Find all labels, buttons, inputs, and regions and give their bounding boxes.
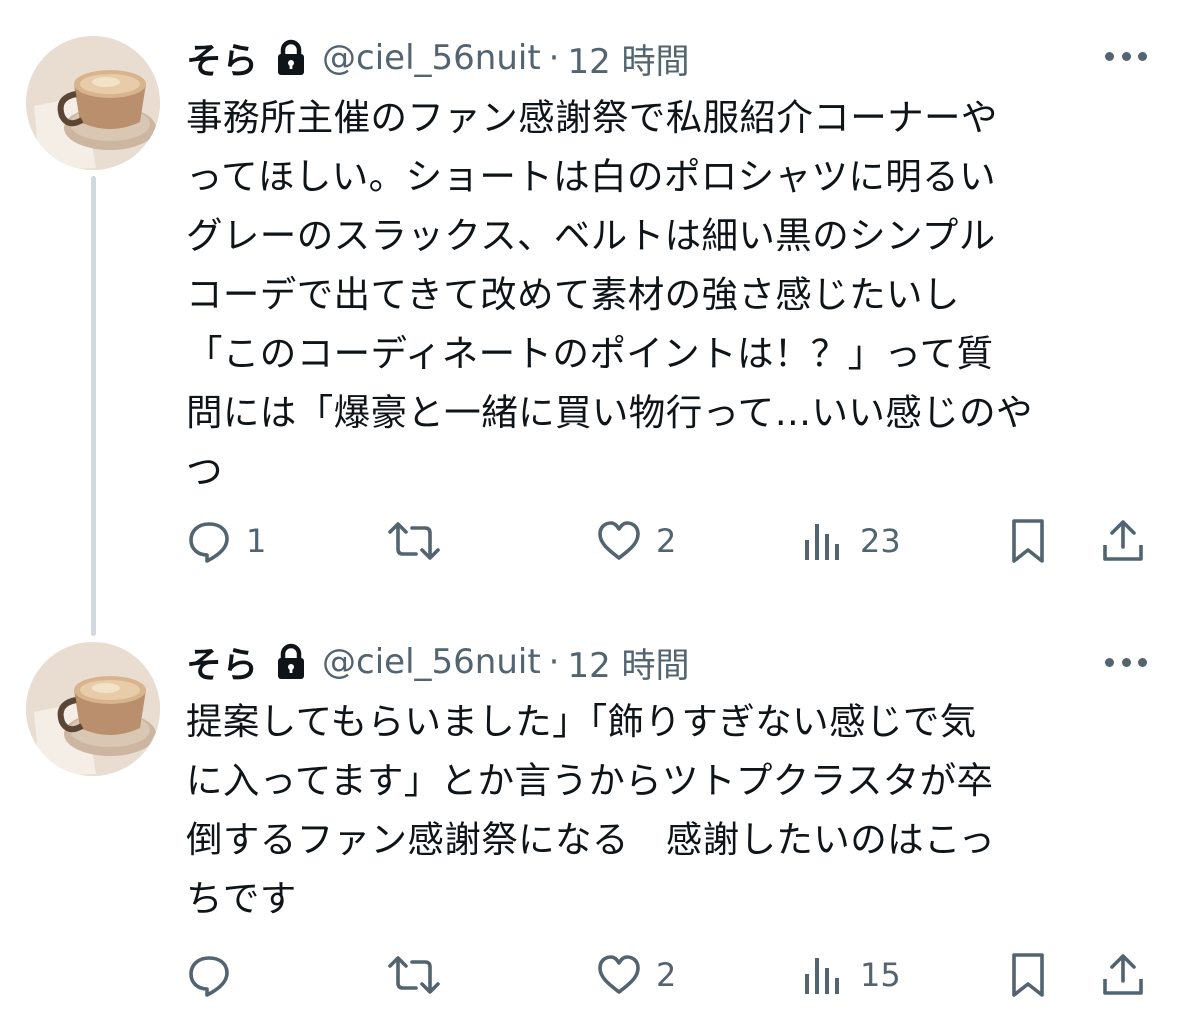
tweet-header: そら @ciel_56nuit · 12 時間 <box>186 32 690 84</box>
bookmark-icon <box>1012 519 1044 563</box>
tweet-text-line: 倒するファン感謝祭になる 感謝したいのはこっ <box>186 818 996 861</box>
retweet-button[interactable] <box>386 516 456 566</box>
tweet-text-line: に入ってます」とか言うからツトプクラスタが卒 <box>186 759 994 802</box>
avatar[interactable] <box>26 36 160 170</box>
bookmark-icon <box>1012 953 1044 997</box>
more-icon[interactable] <box>1105 656 1147 668</box>
reply-icon <box>189 956 229 997</box>
views-icon <box>805 958 839 994</box>
tweet-text-line: ってほしい。ショートは白のポロシャツに明るい <box>186 155 996 198</box>
user-handle[interactable]: @ciel_56nuit <box>322 38 541 78</box>
user-handle[interactable]: @ciel_56nuit <box>322 642 541 682</box>
bookmark-button[interactable] <box>1008 950 1048 1000</box>
tweet-text: 事務所主催のファン感謝祭で私服紹介コーナーや ってほしい。ショートは白のポロシャ… <box>186 88 1146 501</box>
tweet-actions: 2 15 <box>186 950 1146 1000</box>
separator-dot: · <box>548 642 560 682</box>
views-button[interactable]: 15 <box>802 950 901 1000</box>
bookmark-button[interactable] <box>1008 516 1048 566</box>
tweet-text-line: コーデで出てきて改めて素材の強さ感じたいし <box>186 273 960 316</box>
views-button[interactable]: 23 <box>802 516 901 566</box>
tweet-actions: 1 2 23 <box>186 516 1146 566</box>
display-name[interactable]: そら <box>186 32 258 84</box>
like-count: 2 <box>656 956 677 994</box>
tweet-text-line: 「このコーディネートのポイントは！？」って質 <box>186 332 994 375</box>
views-icon <box>805 524 839 560</box>
share-button[interactable] <box>1100 950 1146 1000</box>
tweet-text-line: ちです <box>186 877 297 920</box>
thread-connector-line <box>91 176 96 636</box>
separator-dot: · <box>548 38 560 78</box>
more-icon[interactable] <box>1105 50 1147 62</box>
like-count: 2 <box>656 522 677 560</box>
retweet-button[interactable] <box>386 950 456 1000</box>
tweet-text-line: つ <box>186 450 223 493</box>
timestamp[interactable]: 12 時間 <box>567 638 689 687</box>
reply-icon <box>189 522 229 563</box>
lock-icon <box>274 642 308 682</box>
like-icon <box>598 521 640 560</box>
reply-count: 1 <box>246 522 267 560</box>
like-button[interactable]: 2 <box>596 950 676 1000</box>
like-icon <box>598 955 640 994</box>
tweet-text-line: 提案してもらいました」「飾りすぎない感じで気 <box>186 700 977 743</box>
retweet-icon <box>388 522 440 560</box>
tweet-text-line: 問には「爆豪と一緒に買い物行って…いい感じのや <box>186 391 1033 434</box>
tweet-text-line: 事務所主催のファン感謝祭で私服紹介コーナーや <box>186 96 998 139</box>
display-name[interactable]: そら <box>186 636 258 688</box>
reply-button[interactable]: 1 <box>186 516 266 566</box>
timestamp[interactable]: 12 時間 <box>567 34 689 83</box>
tweet-header: そら @ciel_56nuit · 12 時間 <box>186 636 690 688</box>
share-button[interactable] <box>1100 516 1146 566</box>
share-icon <box>1103 954 1143 995</box>
view-count: 23 <box>860 522 901 560</box>
view-count: 15 <box>860 956 901 994</box>
like-button[interactable]: 2 <box>596 516 676 566</box>
share-icon <box>1103 520 1143 561</box>
lock-icon <box>274 38 308 78</box>
avatar[interactable] <box>26 642 160 776</box>
retweet-icon <box>388 956 440 994</box>
reply-button[interactable] <box>186 950 246 1000</box>
tweet-text-line: グレーのスラックス、ベルトは細い黒のシンプル <box>186 214 996 257</box>
tweet-text: 提案してもらいました」「飾りすぎない感じで気 に入ってます」とか言うからツトプク… <box>186 692 1146 928</box>
